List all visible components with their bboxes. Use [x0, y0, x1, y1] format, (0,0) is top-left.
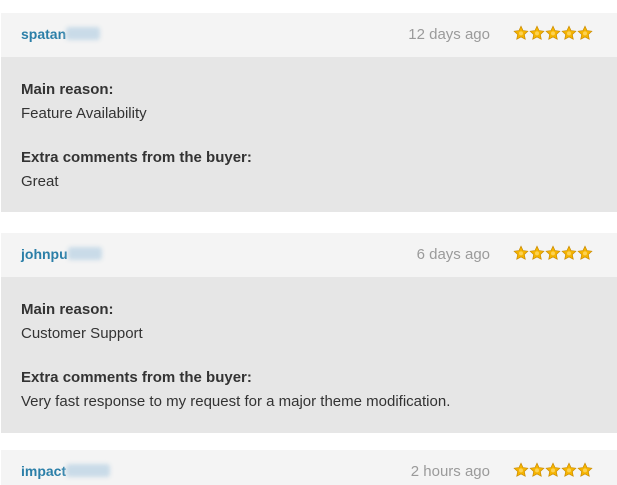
comments-value: Very fast response to my request for a m…: [21, 393, 451, 410]
star-icon: [513, 245, 529, 261]
blurred-username-part: [66, 464, 111, 477]
reviewer-username[interactable]: johnpu: [21, 246, 68, 262]
blurred-username-part: [67, 247, 102, 260]
star-rating: [513, 462, 593, 480]
reviewer-username-link[interactable]: spatan: [21, 26, 101, 42]
star-icon: [513, 25, 529, 41]
star-icon: [577, 25, 593, 41]
star-icon: [529, 245, 545, 261]
star-icon: [513, 462, 529, 478]
review-card: impact 2 hours ago: [1, 450, 617, 485]
star-icon: [577, 462, 593, 478]
reviewer-username[interactable]: spatan: [21, 26, 66, 42]
star-icon: [529, 25, 545, 41]
review-body: Main reason: Customer Support Extra comm…: [1, 277, 617, 433]
reviewer-username-link[interactable]: impact: [21, 463, 111, 479]
review-card: johnpu 6 days ago Main reason: Customer …: [1, 233, 617, 433]
review-time: 12 days ago: [408, 26, 490, 43]
main-reason-value: Feature Availability: [21, 105, 147, 122]
main-reason-label: Main reason:: [21, 301, 114, 318]
review-header: impact 2 hours ago: [1, 450, 617, 485]
star-rating: [513, 245, 593, 263]
main-reason-label: Main reason:: [21, 81, 114, 98]
star-icon: [561, 25, 577, 41]
reviewer-username[interactable]: impact: [21, 463, 66, 479]
star-icon: [561, 462, 577, 478]
star-icon: [545, 462, 561, 478]
star-icon: [561, 245, 577, 261]
comments-label: Extra comments from the buyer:: [21, 149, 252, 166]
review-time: 2 hours ago: [410, 463, 490, 480]
star-icon: [577, 245, 593, 261]
blurred-username-part: [66, 27, 101, 40]
comments-value: Great: [21, 173, 59, 190]
main-reason-value: Customer Support: [21, 325, 143, 342]
review-body: Main reason: Feature Availability Extra …: [1, 57, 617, 212]
review-header: spatan 12 days ago: [1, 13, 617, 57]
reviewer-username-link[interactable]: johnpu: [21, 246, 102, 262]
review-card: spatan 12 days ago Main reason: Feature …: [1, 13, 617, 212]
star-rating: [513, 25, 593, 43]
star-icon: [545, 25, 561, 41]
star-icon: [545, 245, 561, 261]
review-time: 6 days ago: [416, 246, 490, 263]
star-icon: [529, 462, 545, 478]
comments-label: Extra comments from the buyer:: [21, 369, 252, 386]
review-header: johnpu 6 days ago: [1, 233, 617, 277]
